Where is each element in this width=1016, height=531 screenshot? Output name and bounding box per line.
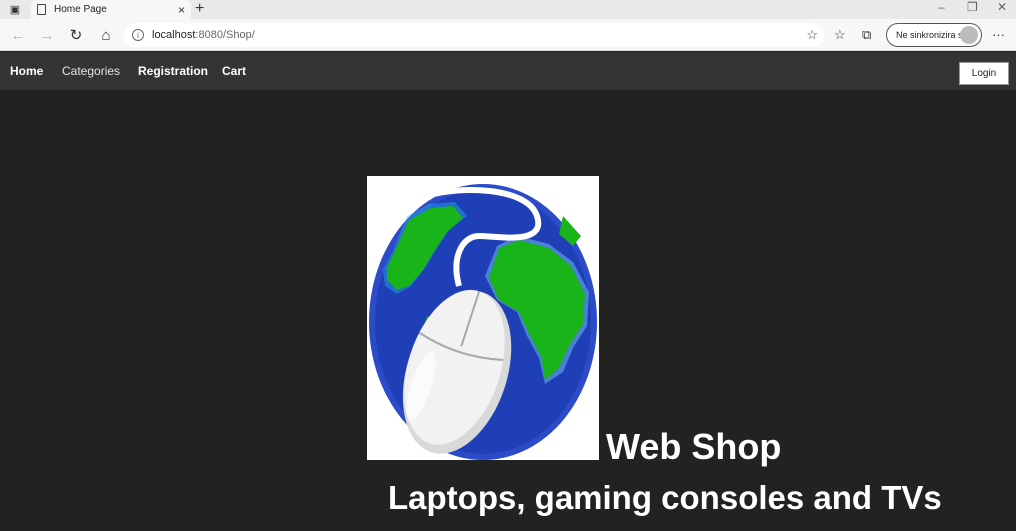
more-options-icon[interactable]: ··· xyxy=(992,27,1005,42)
tab-home-page[interactable]: Home Page × xyxy=(31,0,191,19)
nav-categories[interactable]: Categories xyxy=(62,64,120,78)
url-host: localhost xyxy=(152,29,196,41)
refresh-icon[interactable]: ↻ xyxy=(66,26,86,44)
site-tagline: Laptops, gaming consoles and TVs xyxy=(388,479,942,516)
sync-label: Ne sinkronizira se xyxy=(896,30,968,40)
browser-toolbar: ← → ↻ ⌂ i localhost:8080/Shop/ ☆ ☆ ⧉ Ne … xyxy=(0,19,1016,51)
nav-registration[interactable]: Registration xyxy=(138,64,208,78)
close-tab-icon[interactable]: × xyxy=(178,3,185,17)
restore-icon[interactable]: ❐ xyxy=(967,0,978,14)
collections-icon[interactable]: ⧉ xyxy=(862,27,871,43)
avatar-icon xyxy=(960,26,978,44)
nav-cart[interactable]: Cart xyxy=(222,64,246,78)
info-icon[interactable]: i xyxy=(132,29,144,41)
favorites-icon[interactable]: ☆ xyxy=(834,27,846,43)
page-icon xyxy=(37,4,46,15)
home-icon[interactable]: ⌂ xyxy=(96,26,116,44)
address-bar[interactable]: i localhost:8080/Shop/ ☆ xyxy=(124,23,824,47)
globe-with-computer-mouse-icon xyxy=(367,176,599,460)
login-button[interactable]: Login xyxy=(959,62,1009,85)
site-navbar: Home Categories Registration Cart Login xyxy=(0,52,1016,90)
minimize-icon[interactable]: – xyxy=(938,0,945,14)
site-title: Web Shop xyxy=(606,426,782,467)
tab-actions-icon[interactable]: ▣ xyxy=(7,2,23,17)
forward-icon[interactable]: → xyxy=(37,26,57,44)
nav-home[interactable]: Home xyxy=(10,64,43,78)
add-favorite-icon[interactable]: ☆ xyxy=(806,27,818,43)
browser-tab-bar: ▣ Home Page × + – ❐ ✕ xyxy=(0,0,1016,19)
close-window-icon[interactable]: ✕ xyxy=(997,0,1007,14)
new-tab-icon[interactable]: + xyxy=(195,0,204,18)
back-icon[interactable]: ← xyxy=(8,26,28,44)
tab-title: Home Page xyxy=(54,4,107,15)
url-path: :8080/Shop/ xyxy=(195,29,255,41)
shop-logo xyxy=(367,176,599,460)
profile-sync-button[interactable]: Ne sinkronizira se xyxy=(886,23,982,47)
